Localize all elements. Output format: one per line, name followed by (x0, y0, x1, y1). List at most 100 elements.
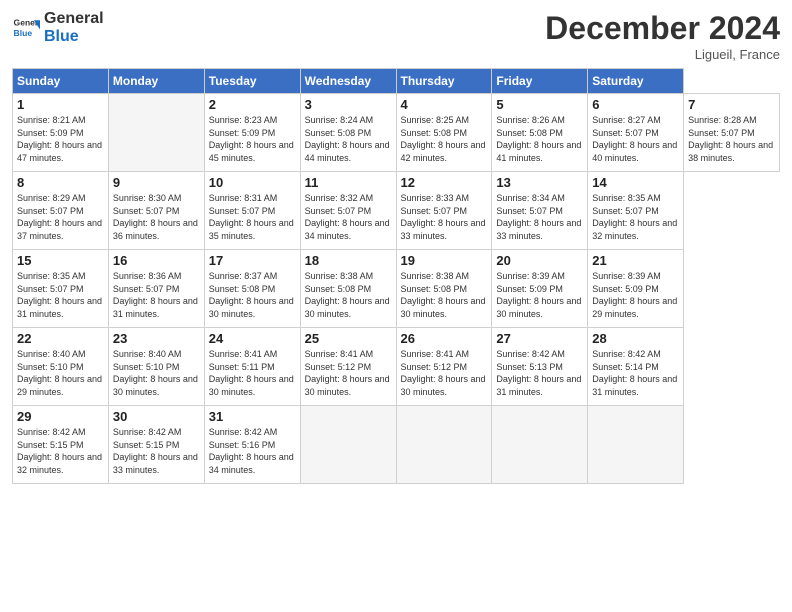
day-number: 11 (305, 175, 392, 190)
calendar-week-5: 29 Sunrise: 8:42 AMSunset: 5:15 PMDayligh… (13, 406, 780, 484)
day-info: Sunrise: 8:26 AMSunset: 5:08 PMDaylight:… (496, 114, 583, 164)
calendar-cell (588, 406, 684, 484)
calendar-cell: 23Sunrise: 8:40 AMSunset: 5:10 PMDayligh… (108, 328, 204, 406)
day-number: 6 (592, 97, 679, 112)
logo: General Blue General Blue (12, 10, 104, 45)
col-tuesday: Tuesday (204, 69, 300, 94)
calendar-cell (300, 406, 396, 484)
calendar-cell (396, 406, 492, 484)
day-info: Sunrise: 8:24 AMSunset: 5:08 PMDaylight:… (305, 114, 392, 164)
calendar-cell: 10 Sunrise: 8:31 AMSunset: 5:07 PMDayligh… (204, 172, 300, 250)
calendar-table: Sunday Monday Tuesday Wednesday Thursday… (12, 68, 780, 484)
calendar-cell: 21Sunrise: 8:39 AMSunset: 5:09 PMDayligh… (588, 250, 684, 328)
day-number: 14 (592, 175, 679, 190)
day-info: Sunrise: 8:36 AMSunset: 5:07 PMDaylight:… (113, 270, 200, 320)
day-info: Sunrise: 8:42 AMSunset: 5:16 PMDaylight:… (209, 426, 296, 476)
day-info: Sunrise: 8:23 AMSunset: 5:09 PMDaylight:… (209, 114, 296, 164)
day-number: 30 (113, 409, 200, 424)
day-number: 23 (113, 331, 200, 346)
day-number: 19 (401, 253, 488, 268)
day-number: 18 (305, 253, 392, 268)
col-thursday: Thursday (396, 69, 492, 94)
day-number: 9 (113, 175, 200, 190)
day-info: Sunrise: 8:42 AMSunset: 5:13 PMDaylight:… (496, 348, 583, 398)
calendar-week-3: 15 Sunrise: 8:35 AMSunset: 5:07 PMDayligh… (13, 250, 780, 328)
day-number: 16 (113, 253, 200, 268)
day-info: Sunrise: 8:41 AMSunset: 5:12 PMDaylight:… (401, 348, 488, 398)
day-info: Sunrise: 8:34 AMSunset: 5:07 PMDaylight:… (496, 192, 583, 242)
day-info: Sunrise: 8:38 AMSunset: 5:08 PMDaylight:… (305, 270, 392, 320)
day-number: 1 (17, 97, 104, 112)
day-info: Sunrise: 8:41 AMSunset: 5:12 PMDaylight:… (305, 348, 392, 398)
calendar-cell: 4Sunrise: 8:25 AMSunset: 5:08 PMDaylight… (396, 94, 492, 172)
calendar-cell: 7 Sunrise: 8:28 AMSunset: 5:07 PMDaylight… (684, 94, 780, 172)
day-info: Sunrise: 8:37 AMSunset: 5:08 PMDaylight:… (209, 270, 296, 320)
calendar-cell: 9 Sunrise: 8:30 AMSunset: 5:07 PMDaylight… (108, 172, 204, 250)
calendar-week-1: 1 Sunrise: 8:21 AMSunset: 5:09 PMDaylight… (13, 94, 780, 172)
calendar-cell: 12 Sunrise: 8:33 AMSunset: 5:07 PMDayligh… (396, 172, 492, 250)
day-info: Sunrise: 8:39 AMSunset: 5:09 PMDaylight:… (496, 270, 583, 320)
day-info: Sunrise: 8:41 AMSunset: 5:11 PMDaylight:… (209, 348, 296, 398)
day-number: 24 (209, 331, 296, 346)
day-info: Sunrise: 8:35 AMSunset: 5:07 PMDaylight:… (17, 270, 104, 320)
day-info: Sunrise: 8:33 AMSunset: 5:07 PMDaylight:… (401, 192, 488, 242)
calendar-cell: 5 Sunrise: 8:26 AMSunset: 5:08 PMDaylight… (492, 94, 588, 172)
calendar-cell: 24 Sunrise: 8:41 AMSunset: 5:11 PMDayligh… (204, 328, 300, 406)
col-saturday: Saturday (588, 69, 684, 94)
day-number: 17 (209, 253, 296, 268)
location: Ligueil, France (545, 47, 780, 62)
calendar-cell: 20 Sunrise: 8:39 AMSunset: 5:09 PMDayligh… (492, 250, 588, 328)
day-info: Sunrise: 8:27 AMSunset: 5:07 PMDaylight:… (592, 114, 679, 164)
calendar-cell: 25 Sunrise: 8:41 AMSunset: 5:12 PMDayligh… (300, 328, 396, 406)
day-info: Sunrise: 8:38 AMSunset: 5:08 PMDaylight:… (401, 270, 488, 320)
day-number: 21 (592, 253, 679, 268)
day-info: Sunrise: 8:25 AMSunset: 5:08 PMDaylight:… (401, 114, 488, 164)
calendar-cell: 30 Sunrise: 8:42 AMSunset: 5:15 PMDayligh… (108, 406, 204, 484)
day-info: Sunrise: 8:30 AMSunset: 5:07 PMDaylight:… (113, 192, 200, 242)
calendar-cell: 16 Sunrise: 8:36 AMSunset: 5:07 PMDayligh… (108, 250, 204, 328)
day-number: 12 (401, 175, 488, 190)
day-info: Sunrise: 8:40 AMSunset: 5:10 PMDaylight:… (17, 348, 104, 398)
day-number: 5 (496, 97, 583, 112)
col-sunday: Sunday (13, 69, 109, 94)
calendar-cell: 14 Sunrise: 8:35 AMSunset: 5:07 PMDayligh… (588, 172, 684, 250)
calendar-cell: 19 Sunrise: 8:38 AMSunset: 5:08 PMDayligh… (396, 250, 492, 328)
day-number: 20 (496, 253, 583, 268)
calendar-cell: 15 Sunrise: 8:35 AMSunset: 5:07 PMDayligh… (13, 250, 109, 328)
calendar-cell: 26Sunrise: 8:41 AMSunset: 5:12 PMDayligh… (396, 328, 492, 406)
day-info: Sunrise: 8:21 AMSunset: 5:09 PMDaylight:… (17, 114, 104, 164)
calendar-container: General Blue General Blue December 2024 … (0, 0, 792, 612)
day-number: 8 (17, 175, 104, 190)
day-number: 28 (592, 331, 679, 346)
day-info: Sunrise: 8:42 AMSunset: 5:15 PMDaylight:… (17, 426, 104, 476)
calendar-cell: 29 Sunrise: 8:42 AMSunset: 5:15 PMDayligh… (13, 406, 109, 484)
col-friday: Friday (492, 69, 588, 94)
calendar-cell: 13 Sunrise: 8:34 AMSunset: 5:07 PMDayligh… (492, 172, 588, 250)
day-info: Sunrise: 8:29 AMSunset: 5:07 PMDaylight:… (17, 192, 104, 242)
day-number: 22 (17, 331, 104, 346)
col-monday: Monday (108, 69, 204, 94)
day-info: Sunrise: 8:42 AMSunset: 5:15 PMDaylight:… (113, 426, 200, 476)
svg-text:Blue: Blue (14, 27, 33, 37)
header-row: Sunday Monday Tuesday Wednesday Thursday… (13, 69, 780, 94)
calendar-week-4: 22 Sunrise: 8:40 AMSunset: 5:10 PMDayligh… (13, 328, 780, 406)
calendar-cell: 2Sunrise: 8:23 AMSunset: 5:09 PMDaylight… (204, 94, 300, 172)
calendar-cell: 17 Sunrise: 8:37 AMSunset: 5:08 PMDayligh… (204, 250, 300, 328)
calendar-cell: 27 Sunrise: 8:42 AMSunset: 5:13 PMDayligh… (492, 328, 588, 406)
day-info: Sunrise: 8:35 AMSunset: 5:07 PMDaylight:… (592, 192, 679, 242)
day-number: 29 (17, 409, 104, 424)
day-number: 27 (496, 331, 583, 346)
day-number: 7 (688, 97, 775, 112)
day-number: 10 (209, 175, 296, 190)
calendar-cell: 1 Sunrise: 8:21 AMSunset: 5:09 PMDaylight… (13, 94, 109, 172)
month-title: December 2024 (545, 10, 780, 47)
day-info: Sunrise: 8:28 AMSunset: 5:07 PMDaylight:… (688, 114, 775, 164)
day-number: 25 (305, 331, 392, 346)
calendar-cell: 11Sunrise: 8:32 AMSunset: 5:07 PMDayligh… (300, 172, 396, 250)
calendar-cell: 31Sunrise: 8:42 AMSunset: 5:16 PMDayligh… (204, 406, 300, 484)
day-number: 15 (17, 253, 104, 268)
day-number: 13 (496, 175, 583, 190)
day-info: Sunrise: 8:31 AMSunset: 5:07 PMDaylight:… (209, 192, 296, 242)
calendar-week-2: 8 Sunrise: 8:29 AMSunset: 5:07 PMDaylight… (13, 172, 780, 250)
day-number: 3 (305, 97, 392, 112)
